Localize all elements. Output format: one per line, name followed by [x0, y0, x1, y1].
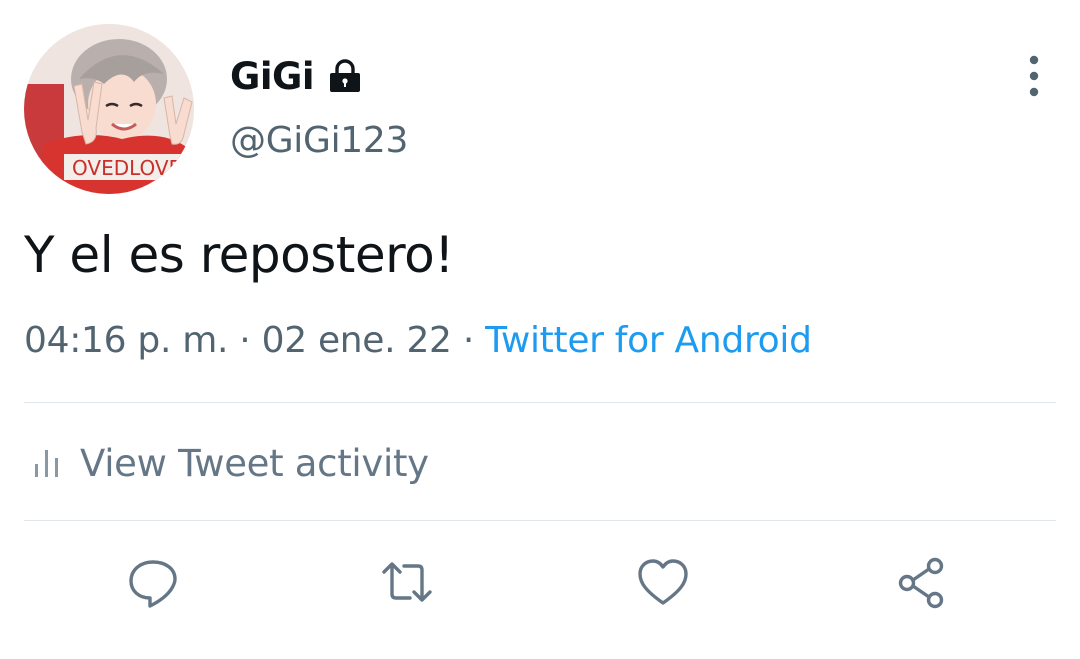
bar-chart-icon: [35, 450, 58, 477]
comment-icon[interactable]: [126, 556, 180, 610]
user-handle[interactable]: @GiGi123: [230, 120, 408, 161]
svg-text:OVEDLOVE: OVEDLOVE: [72, 156, 181, 180]
retweet-icon[interactable]: [380, 556, 434, 610]
view-tweet-activity-button[interactable]: View Tweet activity: [32, 438, 429, 488]
share-icon[interactable]: [894, 556, 948, 610]
heart-icon[interactable]: [636, 556, 690, 610]
tweet-text: Y el es repostero!: [24, 226, 454, 284]
avatar[interactable]: OVEDLOVE: [24, 24, 194, 194]
meta-separator: ·: [239, 320, 262, 361]
tweet-source-link[interactable]: Twitter for Android: [485, 320, 812, 361]
view-tweet-activity-label: View Tweet activity: [80, 441, 429, 485]
divider: [24, 402, 1056, 403]
avatar-image: OVEDLOVE: [24, 24, 194, 194]
tweet-meta: 04:16 p. m. · 02 ene. 22 · Twitter for A…: [24, 320, 812, 361]
display-name[interactable]: GiGi: [230, 55, 315, 98]
more-options-icon[interactable]: [1016, 54, 1052, 98]
divider: [24, 520, 1056, 521]
display-name-row: GiGi: [230, 52, 364, 100]
meta-separator-2: ·: [462, 320, 486, 361]
tweet-time: 04:16 p. m.: [24, 320, 229, 361]
tweet-date: 02 ene. 22: [261, 320, 452, 361]
tweet-detail: OVEDLOVE GiGi @GiGi123 Y el es repostero…: [0, 0, 1080, 659]
lock-icon: [330, 59, 361, 92]
